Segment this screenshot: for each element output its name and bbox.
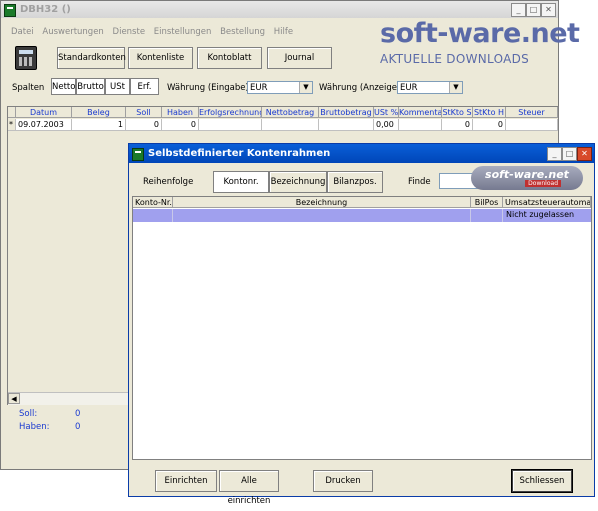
waehrung-eingabe-select[interactable]: EUR ▼ — [247, 81, 313, 94]
waehrung-eingabe-label: Währung (Eingabe) — [167, 83, 249, 93]
kontenliste-button[interactable]: Kontenliste — [128, 47, 193, 69]
maximize-icon[interactable]: □ — [526, 3, 541, 17]
col-header-steuer[interactable]: Steuer — [506, 107, 558, 118]
order-kontonr-button[interactable]: Kontonr. — [213, 171, 269, 193]
row-konto-nr — [133, 209, 173, 222]
menu-dienste[interactable]: Dienste — [113, 27, 146, 37]
alle-einrichten-button[interactable]: Alle einrichten — [219, 470, 279, 506]
calculator-icon[interactable] — [15, 46, 37, 70]
watermark-tagline: AKTUELLE DOWNLOADS — [380, 52, 530, 66]
dialog-maximize-icon[interactable]: □ — [562, 147, 577, 161]
haben-value: 0 — [75, 422, 81, 432]
haben-label: Haben: — [19, 422, 50, 432]
download-badge: soft-ware.net Download — [471, 166, 583, 190]
standardkonten-button[interactable]: Standardkonten — [57, 47, 126, 69]
menu-bestellung[interactable]: Bestellung — [220, 27, 265, 37]
menu-auswertungen[interactable]: Auswertungen — [42, 27, 103, 37]
cell-datum[interactable]: 09.07.2003 — [16, 119, 72, 131]
minimize-icon[interactable]: _ — [511, 3, 526, 17]
col-header-datum[interactable]: Datum — [16, 107, 72, 118]
row-umsatzsteuer: Nicht zugelassen — [506, 210, 575, 219]
cell-erfolgsrechnung[interactable] — [199, 119, 262, 131]
badge-download-text: Download — [525, 180, 561, 187]
menu-datei[interactable]: Datei — [11, 27, 34, 37]
col-header-ust[interactable]: USt % — [374, 107, 399, 118]
row-bilpos — [471, 209, 503, 222]
menu-hilfe[interactable]: Hilfe — [274, 27, 293, 37]
drucken-button[interactable]: Drucken — [313, 470, 373, 492]
chevron-down-icon[interactable]: ▼ — [299, 82, 312, 93]
menu-einstellungen[interactable]: Einstellungen — [154, 27, 212, 37]
waehrung-anzeige-select[interactable]: EUR ▼ — [397, 81, 463, 94]
dialog-minimize-icon[interactable]: _ — [547, 147, 562, 161]
order-bezeichnung-button[interactable]: Bezeichnung — [269, 171, 327, 193]
dialog-icon — [132, 148, 144, 161]
reihenfolge-label: Reihenfolge — [143, 177, 194, 187]
col-header-erfolgsrechnung[interactable]: Erfolgsrechnung — [199, 107, 262, 118]
dialog-close-icon[interactable]: ✕ — [577, 147, 592, 161]
ust-column-button[interactable]: USt — [105, 78, 130, 95]
chevron-down-icon[interactable]: ▼ — [449, 82, 462, 93]
einrichten-button[interactable]: Einrichten — [155, 470, 217, 492]
konten-grid: Konto-Nr. Bezeichnung BilPos Umsatzsteue… — [132, 196, 592, 460]
col-header-konto-nr[interactable]: Konto-Nr. — [133, 197, 173, 208]
main-titlebar[interactable]: DBH32 () _ □ ✕ — [1, 1, 558, 18]
menu-bar: Datei Auswertungen Dienste Einstellungen… — [11, 27, 299, 37]
kontenrahmen-dialog: Selbstdefinierter Kontenrahmen _ □ ✕ Rei… — [128, 143, 595, 506]
app-icon — [4, 4, 16, 17]
spalten-label: Spalten — [12, 83, 45, 93]
netto-column-button[interactable]: Netto — [51, 78, 76, 95]
cell-steuer[interactable] — [506, 119, 558, 131]
cell-haben[interactable]: 0 — [162, 119, 199, 131]
col-header-bezeichnung[interactable]: Bezeichnung — [173, 197, 471, 208]
row-bezeichnung — [173, 209, 471, 222]
cell-nettobetrag[interactable] — [262, 119, 319, 131]
col-header-stkto-h[interactable]: StKto H — [473, 107, 506, 118]
soll-value: 0 — [75, 409, 81, 419]
soll-label: Soll: — [19, 409, 38, 419]
dialog-titlebar[interactable]: Selbstdefinierter Kontenrahmen _ □ ✕ — [129, 144, 594, 163]
col-header-haben[interactable]: Haben — [162, 107, 199, 118]
col-header-beleg[interactable]: Beleg — [72, 107, 126, 118]
cell-ust[interactable]: 0,00 — [374, 119, 399, 131]
col-header-soll[interactable]: Soll — [126, 107, 162, 118]
cell-beleg[interactable]: 1 — [72, 119, 126, 131]
erf-column-button[interactable]: Erf. — [130, 78, 159, 95]
journal-button[interactable]: Journal — [267, 47, 332, 69]
close-icon[interactable]: ✕ — [541, 3, 556, 17]
cell-kommentar[interactable] — [399, 119, 442, 131]
waehrung-anzeige-label: Währung (Anzeige) — [319, 83, 401, 93]
col-header-kommentar[interactable]: Kommentar — [399, 107, 442, 118]
cell-stkto-s[interactable]: 0 — [442, 119, 473, 131]
order-bilanzpos-button[interactable]: Bilanzpos. — [327, 171, 383, 193]
col-header-stkto-s[interactable]: StKto S — [442, 107, 473, 118]
row-marker: * — [8, 119, 16, 131]
cell-bruttobetrag[interactable] — [319, 119, 374, 131]
cell-soll[interactable]: 0 — [126, 119, 162, 131]
col-header-umsatzsteuerautomatik[interactable]: Umsatzsteuerautomatik — [503, 197, 591, 208]
main-window-title: DBH32 () — [20, 4, 71, 15]
watermark-logo-text: soft-ware.net — [380, 18, 580, 49]
waehrung-eingabe-value: EUR — [250, 83, 268, 93]
brutto-column-button[interactable]: Brutto — [76, 78, 105, 95]
grid-corner — [8, 107, 16, 118]
col-header-bruttobetrag[interactable]: Bruttobetrag — [319, 107, 374, 118]
col-header-bilpos[interactable]: BilPos — [471, 197, 503, 208]
scroll-left-icon[interactable]: ◀ — [8, 393, 20, 404]
col-header-nettobetrag[interactable]: Nettobetrag — [262, 107, 319, 118]
dialog-title: Selbstdefinierter Kontenrahmen — [148, 148, 331, 159]
schliessen-button[interactable]: Schliessen — [511, 469, 573, 493]
table-row[interactable]: Nicht zugelassen — [133, 209, 591, 222]
watermark-logo: soft-ware.net AKTUELLE DOWNLOADS — [380, 18, 595, 70]
finde-label: Finde — [408, 177, 431, 187]
waehrung-anzeige-value: EUR — [400, 83, 418, 93]
cell-stkto-h[interactable]: 0 — [473, 119, 506, 131]
kontoblatt-button[interactable]: Kontoblatt — [197, 47, 262, 69]
